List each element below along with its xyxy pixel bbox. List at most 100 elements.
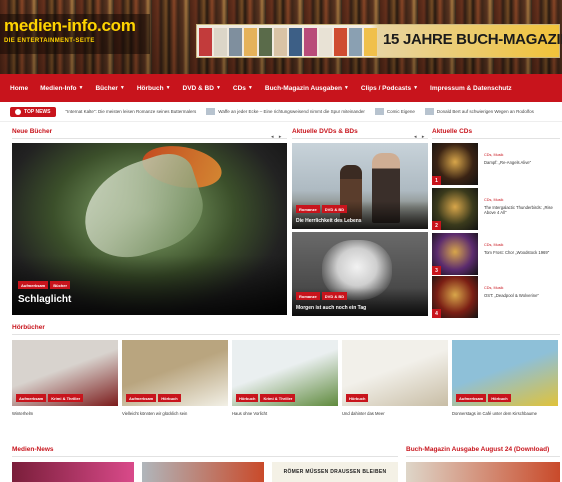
- audiobook-item[interactable]: Aufmerksam Krimi & Thriller Winterhelm: [12, 340, 118, 416]
- slider-arrows[interactable]: ◂ ▸: [414, 134, 426, 140]
- section-title-audiobooks[interactable]: Hörbücher: [12, 324, 45, 331]
- audiobook-cover[interactable]: Aufmerksam Hörbuch: [452, 340, 558, 406]
- audiobook-cover[interactable]: Aufmerksam Hörbuch: [122, 340, 228, 406]
- section-title-dvds[interactable]: Aktuelle DVDs & BDs: [292, 128, 358, 135]
- dvd-tile[interactable]: Romanze DVD & BD Morgen ist auch noch ein…: [292, 232, 428, 316]
- audiobook-title[interactable]: Donnerstags im Café unter dem Kirschbaum…: [452, 411, 558, 416]
- banner-book-cover: [319, 28, 332, 56]
- audiobook-tags: Hörbuch: [346, 394, 369, 402]
- nav-item-label: CDs: [232, 84, 246, 92]
- nav-item[interactable]: Hörbuch ▼: [131, 85, 177, 92]
- category-tag[interactable]: Aufmerksam: [456, 394, 487, 402]
- audiobook-item[interactable]: Aufmerksam Hörbuch Vielleicht könnten wir …: [122, 340, 228, 416]
- category-tag[interactable]: Aufmerksam: [16, 394, 47, 402]
- category-tag[interactable]: Hörbuch: [346, 394, 369, 402]
- audiobook-title[interactable]: Vielleicht könnten wir glücklich sein: [122, 411, 228, 416]
- cd-title[interactable]: Tom Frost: Chor „Woodstock 1969": [484, 250, 560, 255]
- cd-category[interactable]: CDs, Musik: [484, 153, 503, 157]
- chevron-down-icon: ▼: [119, 85, 125, 91]
- cd-title[interactable]: OST: „Deadpool & Wolverine": [484, 293, 560, 298]
- nav-item[interactable]: Buch-Magazin Ausgaben ▼: [259, 85, 355, 92]
- section-title-cds[interactable]: Aktuelle CDs: [432, 128, 472, 135]
- cd-cover[interactable]: 1: [432, 143, 478, 185]
- section-title-new-books[interactable]: Neue Bücher: [12, 128, 52, 135]
- category-tag[interactable]: Aufmerksam: [126, 394, 157, 402]
- category-tag[interactable]: Aufmerksam: [18, 281, 49, 289]
- chevron-down-icon: ▼: [215, 85, 221, 91]
- banner-book-cover: [259, 28, 272, 56]
- category-tag[interactable]: Romanze: [296, 292, 320, 300]
- news-thumbnail[interactable]: [12, 462, 134, 482]
- top-news-label: TOP NEWS: [24, 108, 51, 115]
- cd-title[interactable]: Dampf: „Re-Angels Alive": [484, 160, 560, 165]
- cd-item[interactable]: 1 CDs, Musik Dampf: „Re-Angels Alive": [432, 143, 562, 185]
- category-tag[interactable]: Hörbuch: [488, 394, 511, 402]
- ticker-item[interactable]: Comic Eigene: [374, 108, 415, 115]
- cd-category[interactable]: CDs, Musik: [484, 286, 503, 290]
- audiobook-cover[interactable]: Hörbuch: [342, 340, 448, 406]
- dvd-title[interactable]: Die Herrlichkeit des Lebens: [296, 218, 362, 224]
- nav-item-label: Home: [10, 84, 29, 92]
- audiobook-cover[interactable]: Aufmerksam Krimi & Thriller: [12, 340, 118, 406]
- logo-subtitle: DIE ENTERTAINMENT-SEITE: [4, 38, 95, 44]
- dvd-title[interactable]: Morgen ist auch noch ein Tag: [296, 305, 366, 311]
- hero-title[interactable]: Schlaglicht: [18, 294, 71, 305]
- site-logo[interactable]: medien-info.com DIE ENTERTAINMENT-SEITE: [0, 14, 150, 54]
- cd-item[interactable]: 4 CDs, Musik OST: „Deadpool & Wolverine": [432, 276, 562, 318]
- cd-item[interactable]: 3 CDs, Musik Tom Frost: Chor „Woodstock 19…: [432, 233, 562, 275]
- banner-book-cover: [274, 28, 287, 56]
- cd-rank-badge: 3: [432, 266, 441, 275]
- category-tag[interactable]: DVD & BD: [321, 205, 348, 213]
- magazine-cover[interactable]: [406, 462, 560, 482]
- category-tag[interactable]: Krimi & Thriller: [260, 394, 296, 402]
- nav-item[interactable]: Medien-Info ▼: [34, 85, 89, 92]
- cd-cover[interactable]: 3: [432, 233, 478, 275]
- cd-item[interactable]: 2 CDs, Musik The Intergalactic Thunderbird…: [432, 188, 562, 230]
- news-thumbnail[interactable]: [142, 462, 264, 482]
- audiobook-item[interactable]: Aufmerksam Hörbuch Donnerstags im Café unt…: [452, 340, 558, 416]
- ticker-thumbnail: [206, 108, 216, 115]
- section-divider: [12, 456, 398, 457]
- category-tag[interactable]: Krimi & Thriller: [48, 394, 84, 402]
- news-thumbnail[interactable]: RÖMER MÜSSEN DRAUSSEN BLEIBEN: [272, 462, 398, 482]
- cd-cover[interactable]: 4: [432, 276, 478, 318]
- chevron-down-icon: ▼: [165, 85, 171, 91]
- category-tag[interactable]: Hörbuch: [236, 394, 259, 402]
- cd-title[interactable]: The Intergalactic Thunderbirds: „Rise Ab…: [484, 205, 560, 216]
- chevron-down-icon: ▼: [343, 85, 349, 91]
- nav-item[interactable]: CDs ▼: [227, 85, 259, 92]
- nav-item[interactable]: Bücher ▼: [89, 85, 130, 92]
- ticker-item[interactable]: Donald Bert auf schwierigen Wegen an Rod…: [424, 108, 534, 115]
- ticker-item[interactable]: Waffe an jeder Ecke – Eine richtungsweis…: [206, 108, 365, 115]
- section-divider: [432, 138, 560, 139]
- category-tag[interactable]: DVD & BD: [321, 292, 348, 300]
- ticker-item[interactable]: "Internat Kalte": Die meisten leisen Rom…: [66, 109, 197, 114]
- dvd-tile[interactable]: Romanze DVD & BD Die Herrlichkeit des Leb…: [292, 143, 428, 229]
- banner-book-cover: [244, 28, 257, 56]
- ticker-text: "Internat Kalte": Die meisten leisen Rom…: [65, 109, 197, 114]
- dvd-tags: Romanze DVD & BD: [296, 292, 348, 300]
- category-tag[interactable]: Romanze: [296, 205, 320, 213]
- audiobook-title[interactable]: Und dahinter das Meer: [342, 411, 448, 416]
- hero-article[interactable]: Aufmerksam Bücher Schlaglicht: [12, 143, 287, 315]
- audiobook-title[interactable]: Winterhelm: [12, 411, 118, 416]
- section-title-media-news[interactable]: Medien-News: [12, 446, 54, 453]
- audiobook-cover[interactable]: Hörbuch Krimi & Thriller: [232, 340, 338, 406]
- nav-item[interactable]: Impressum & Datenschutz: [424, 85, 518, 92]
- banner-book-cover: [334, 28, 347, 56]
- anniversary-banner[interactable]: 15 JAHRE BUCH-MAGAZIN: [196, 24, 562, 58]
- audiobook-item[interactable]: Hörbuch Und dahinter das Meer: [342, 340, 448, 416]
- cd-category[interactable]: CDs, Musik: [484, 243, 503, 247]
- nav-item[interactable]: Home: [4, 85, 34, 92]
- cd-category[interactable]: CDs, Musik: [484, 198, 503, 202]
- category-tag[interactable]: Bücher: [50, 281, 71, 289]
- nav-item[interactable]: Clips / Podcasts ▼: [355, 85, 424, 92]
- section-divider: [406, 456, 560, 457]
- slider-arrows[interactable]: ◂ ▸: [271, 134, 283, 140]
- cd-cover[interactable]: 2: [432, 188, 478, 230]
- audiobook-title[interactable]: Haus ohne Vorlicht: [232, 411, 338, 416]
- nav-item[interactable]: DVD & BD ▼: [177, 85, 227, 92]
- audiobook-item[interactable]: Hörbuch Krimi & Thriller Haus ohne Vorlich…: [232, 340, 338, 416]
- category-tag[interactable]: Hörbuch: [158, 394, 181, 402]
- section-title-magazine[interactable]: Buch-Magazin Ausgabe August 24 (Download…: [406, 446, 549, 453]
